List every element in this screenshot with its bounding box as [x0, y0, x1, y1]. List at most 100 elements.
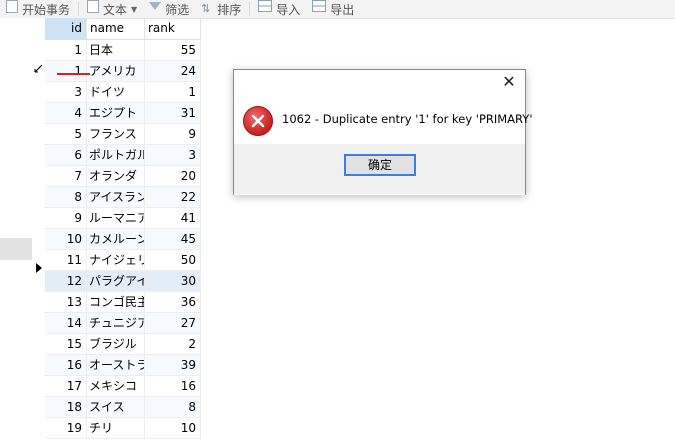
begin-transaction-button[interactable]: 开始事务 [0, 0, 76, 18]
sort-icon: ⇅ [201, 2, 211, 15]
cell-name[interactable]: オーストラリア [87, 355, 145, 375]
filter-button[interactable]: 筛选 [143, 0, 195, 18]
cell-rank[interactable]: 39 [145, 355, 201, 375]
column-header-rank[interactable]: rank [145, 18, 201, 39]
cell-id[interactable]: 10 [45, 229, 87, 249]
close-icon[interactable]: ✕ [499, 72, 519, 92]
table-row[interactable]: 13コンゴ民主共36 [45, 292, 201, 313]
cell-name[interactable]: パラグアイ [87, 271, 145, 291]
cell-rank[interactable]: 1 [145, 82, 201, 102]
cell-name[interactable]: エジプト [87, 103, 145, 123]
cell-id[interactable]: 12 [45, 271, 87, 291]
cell-id[interactable]: 8 [45, 187, 87, 207]
toolbar-divider [249, 2, 251, 16]
cell-name[interactable]: 日本 [87, 40, 145, 60]
cell-rank[interactable]: 16 [145, 376, 201, 396]
table-row[interactable]: 19 チリ 10 [45, 418, 201, 439]
cell-name[interactable]: オランダ [87, 166, 145, 186]
cell-name[interactable]: ポルトガル [87, 145, 145, 165]
cell-name[interactable]: カメルーン [87, 229, 145, 249]
cell-name[interactable]: アイスランド [87, 187, 145, 207]
sort-button[interactable]: ⇅ 排序 [195, 0, 247, 18]
cell-id[interactable]: 1 [45, 61, 87, 81]
cell-id[interactable]: 11 [45, 250, 87, 270]
table-row[interactable]: 7 オランダ 20 [45, 166, 201, 187]
cell-id[interactable]: 14 [45, 313, 87, 333]
cell-id[interactable]: 9 [45, 208, 87, 228]
cell-id[interactable]: 6 [45, 145, 87, 165]
import-label: 导入 [276, 2, 301, 17]
cell-rank[interactable]: 10 [145, 418, 201, 438]
table-row[interactable]: 8アイスランド22 [45, 187, 201, 208]
error-dialog: ✕ 1062 - Duplicate entry '1' for key 'PR… [233, 69, 533, 195]
current-row-indicator-icon [36, 263, 42, 273]
cell-id[interactable]: 17 [45, 376, 87, 396]
cell-name[interactable]: コンゴ民主共 [87, 292, 145, 312]
filter-icon [149, 2, 162, 10]
import-button[interactable]: 导入 [252, 0, 306, 18]
import-icon [258, 0, 273, 12]
toolbar-divider [78, 2, 80, 16]
grid-header: id name rank [45, 18, 201, 40]
cell-name[interactable]: フランス [87, 124, 145, 144]
cell-id[interactable]: 5 [45, 124, 87, 144]
cell-rank[interactable]: 50 [145, 250, 201, 270]
cell-rank[interactable]: 9 [145, 124, 201, 144]
table-row[interactable]: 18 スイス 8 [45, 397, 201, 418]
cell-rank[interactable]: 22 [145, 187, 201, 207]
cell-name[interactable]: メキシコ [87, 376, 145, 396]
cell-id[interactable]: 16 [45, 355, 87, 375]
table-row[interactable]: 3 ドイツ 1 [45, 82, 201, 103]
cell-name[interactable]: アメリカ [87, 61, 145, 81]
cell-id[interactable]: 1 [45, 40, 87, 60]
table-row[interactable]: 12 パラグアイ 30 [45, 271, 201, 292]
cell-name[interactable]: ルーマニア [87, 208, 145, 228]
cell-id[interactable]: 7 [45, 166, 87, 186]
dialog-footer: 确定 [234, 144, 525, 194]
cell-rank[interactable]: 20 [145, 166, 201, 186]
cell-rank[interactable]: 3 [145, 145, 201, 165]
column-header-name[interactable]: name [87, 18, 145, 39]
cell-name[interactable]: ドイツ [87, 82, 145, 102]
text-icon [87, 0, 100, 13]
table-row[interactable]: 15 ブラジル 2 [45, 334, 201, 355]
cell-rank[interactable]: 36 [145, 292, 201, 312]
cell-rank[interactable]: 27 [145, 313, 201, 333]
cell-name[interactable]: ナイジェリア [87, 250, 145, 270]
column-header-id[interactable]: id [45, 18, 87, 39]
cell-id[interactable]: 3 [45, 82, 87, 102]
cell-rank[interactable]: 30 [145, 271, 201, 291]
table-row[interactable]: 9 ルーマニア 41 [45, 208, 201, 229]
cell-id[interactable]: 13 [45, 292, 87, 312]
cell-name[interactable]: チリ [87, 418, 145, 438]
table-row[interactable]: 5 フランス 9 [45, 124, 201, 145]
table-row[interactable]: 1 日本 55 [45, 40, 201, 61]
cell-rank[interactable]: 41 [145, 208, 201, 228]
export-button[interactable]: 导出 [306, 0, 360, 18]
table-row[interactable]: 11ナイジェリア50 [45, 250, 201, 271]
cell-id[interactable]: 15 [45, 334, 87, 354]
cell-rank[interactable]: 8 [145, 397, 201, 417]
cell-rank[interactable]: 31 [145, 103, 201, 123]
cell-rank[interactable]: 24 [145, 61, 201, 81]
table-row[interactable]: 1 アメリカ 24 [45, 61, 201, 82]
text-label: 文本 [103, 2, 128, 17]
table-row[interactable]: 17 メキシコ 16 [45, 376, 201, 397]
cell-rank[interactable]: 2 [145, 334, 201, 354]
cell-id[interactable]: 18 [45, 397, 87, 417]
table-row[interactable]: 10 カメルーン 45 [45, 229, 201, 250]
cell-rank[interactable]: 55 [145, 40, 201, 60]
text-button[interactable]: 文本 ▼ [81, 0, 143, 18]
cell-id[interactable]: 4 [45, 103, 87, 123]
table-row[interactable]: 6 ポルトガル 3 [45, 145, 201, 166]
cell-rank[interactable]: 45 [145, 229, 201, 249]
cell-id[interactable]: 19 [45, 418, 87, 438]
sort-label: 排序 [217, 2, 242, 17]
cell-name[interactable]: ブラジル [87, 334, 145, 354]
cell-name[interactable]: スイス [87, 397, 145, 417]
cell-name[interactable]: チュニジア [87, 313, 145, 333]
table-row[interactable]: 4 エジプト 31 [45, 103, 201, 124]
table-row[interactable]: 14 チュニジア 27 [45, 313, 201, 334]
ok-button[interactable]: 确定 [344, 154, 416, 176]
table-row[interactable]: 16オーストラリア39 [45, 355, 201, 376]
